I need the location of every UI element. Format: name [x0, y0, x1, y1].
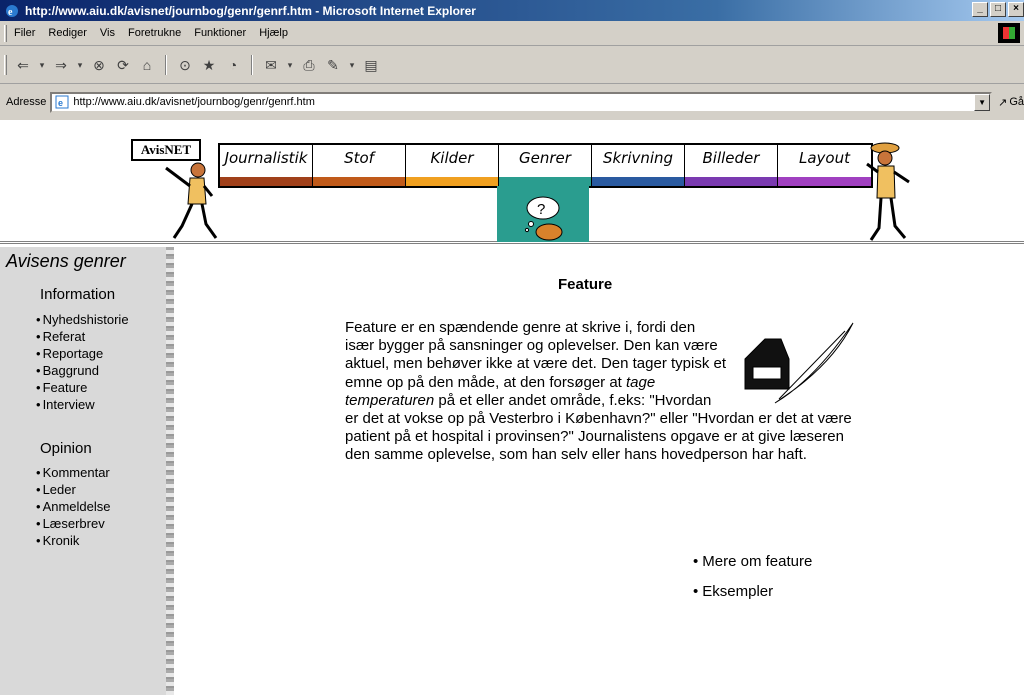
avisnet-sign[interactable]: AvisNET — [131, 139, 201, 161]
minimize-button[interactable]: _ — [972, 2, 988, 17]
link-eksempler[interactable]: Eksempler — [693, 583, 812, 613]
edit-icon[interactable]: ✎ — [324, 56, 342, 74]
nav-label: Journalistik — [224, 149, 308, 167]
sidebar-information-list: Nyhedshistorie Referat Reportage Baggrun… — [36, 311, 129, 413]
nav-bar — [592, 177, 684, 186]
nav-journalistik[interactable]: Journalistik — [220, 145, 313, 186]
menu-vis[interactable]: Vis — [100, 27, 115, 39]
nav-billeder[interactable]: Billeder — [685, 145, 778, 186]
print-icon[interactable]: ⎙ — [300, 56, 318, 74]
page-title: Feature — [558, 276, 613, 293]
sidebar-item-interview[interactable]: Interview — [36, 396, 129, 413]
sidebar-item-referat[interactable]: Referat — [36, 328, 129, 345]
sidebar: Avisens genrer Information Nyhedshistori… — [0, 247, 174, 695]
nav-kilder[interactable]: Kilder — [406, 145, 499, 186]
nav-bar — [778, 177, 871, 186]
go-arrow-icon: ↗ — [998, 96, 1008, 109]
nav-bar — [406, 177, 498, 186]
search-icon[interactable]: ⊙ — [176, 56, 194, 74]
nav-label: Kilder — [430, 149, 474, 167]
favorites-icon[interactable]: ★ — [200, 56, 218, 74]
sidebar-heading-information: Information — [40, 286, 116, 303]
nav-bar — [499, 177, 591, 186]
forward-icon[interactable]: ⇒ — [52, 56, 70, 74]
page-icon: e — [55, 95, 69, 109]
go-label: Gå — [1009, 96, 1024, 108]
close-button[interactable]: × — [1008, 2, 1024, 17]
menu-hjaelp[interactable]: Hjælp — [259, 27, 288, 39]
menu-filer[interactable]: Filer — [14, 27, 35, 39]
nav-label: Billeder — [702, 149, 760, 167]
nav-label: Genrer — [519, 149, 571, 167]
banner: AvisNET Journalistik Stof Kilder Genrer … — [0, 120, 1024, 244]
address-dropdown-icon[interactable]: ▼ — [974, 93, 991, 111]
edit-dropdown-icon[interactable]: ▾ — [348, 56, 356, 74]
stop-icon[interactable]: ⊗ — [90, 56, 108, 74]
sidebar-item-nyhedshistorie[interactable]: Nyhedshistorie — [36, 311, 129, 328]
nav-stof[interactable]: Stof — [313, 145, 406, 186]
menu-funktioner[interactable]: Funktioner — [194, 27, 246, 39]
page-content: AvisNET Journalistik Stof Kilder Genrer … — [0, 120, 1024, 695]
nav-genrer[interactable]: Genrer — [499, 145, 592, 186]
toolbar: ⇐ ▾ ⇒ ▾ ⊗ ⟳ ⌂ ⊙ ★ ◔ ✉ ▾ ⎙ ✎ ▾ ▤ — [0, 47, 1024, 84]
window-title: http://www.aiu.dk/avisnet/journbog/genr/… — [25, 3, 476, 18]
forward-dropdown-icon[interactable]: ▾ — [76, 56, 84, 74]
address-input[interactable]: e http://www.aiu.dk/avisnet/journbog/gen… — [50, 91, 993, 113]
sidebar-item-kommentar[interactable]: Kommentar — [36, 464, 111, 481]
nav-layout[interactable]: Layout — [778, 145, 871, 186]
menu-rediger[interactable]: Rediger — [48, 27, 87, 39]
nav-bar — [313, 177, 405, 186]
sidebar-opinion-list: Kommentar Leder Anmeldelse Læserbrev Kro… — [36, 464, 111, 549]
nav-bar — [220, 177, 312, 186]
svg-text:e: e — [58, 98, 63, 108]
nav-label: Layout — [799, 149, 850, 167]
ink-and-quill-icon — [744, 322, 854, 404]
back-dropdown-icon[interactable]: ▾ — [38, 56, 46, 74]
feature-description: Feature er en spændende genre at skrive … — [345, 319, 855, 465]
genre-question-icon: ? — [497, 186, 589, 242]
nav-label: Skrivning — [602, 149, 674, 167]
svg-text:e: e — [8, 7, 13, 18]
link-mere-om-feature[interactable]: Mere om feature — [693, 553, 812, 583]
sidebar-item-kronik[interactable]: Kronik — [36, 532, 111, 549]
refresh-icon[interactable]: ⟳ — [114, 56, 132, 74]
window-titlebar: e http://www.aiu.dk/avisnet/journbog/gen… — [0, 0, 1024, 21]
nav-label: Stof — [344, 149, 374, 167]
back-icon[interactable]: ⇐ — [14, 56, 32, 74]
address-url: http://www.aiu.dk/avisnet/journbog/genr/… — [73, 96, 315, 108]
nav-bar — [685, 177, 777, 186]
main-nav: Journalistik Stof Kilder Genrer Skrivnin… — [218, 143, 873, 188]
history-icon[interactable]: ◔ — [224, 56, 242, 74]
sidebar-title: Avisens genrer — [6, 251, 126, 271]
sidebar-item-feature[interactable]: Feature — [36, 379, 129, 396]
cartoon-figure-right-icon — [866, 142, 910, 241]
browser-chrome: Filer Rediger Vis Foretrukne Funktioner … — [0, 21, 1024, 120]
nav-skrivning[interactable]: Skrivning — [592, 145, 685, 186]
mail-icon[interactable]: ✉ — [262, 56, 280, 74]
sidebar-heading-opinion: Opinion — [40, 440, 92, 457]
related-links: Mere om feature Eksempler — [693, 553, 812, 613]
menubar: Filer Rediger Vis Foretrukne Funktioner … — [0, 21, 1024, 46]
home-icon[interactable]: ⌂ — [138, 56, 156, 74]
sidebar-item-anmeldelse[interactable]: Anmeldelse — [36, 498, 111, 515]
mail-dropdown-icon[interactable]: ▾ — [286, 56, 294, 74]
address-bar: Adresse e http://www.aiu.dk/avisnet/jour… — [0, 85, 1024, 119]
maximize-button[interactable]: □ — [990, 2, 1006, 17]
sidebar-item-reportage[interactable]: Reportage — [36, 345, 129, 362]
sidebar-item-leder[interactable]: Leder — [36, 481, 111, 498]
address-label: Adresse — [6, 96, 47, 108]
svg-text:?: ? — [537, 201, 545, 218]
discuss-icon[interactable]: ▤ — [362, 56, 380, 74]
windows-logo-icon — [998, 23, 1020, 43]
feature-text-part1: Feature er en spændende genre at skrive … — [345, 319, 727, 391]
ie-icon: e — [6, 4, 18, 18]
sidebar-item-baggrund[interactable]: Baggrund — [36, 362, 129, 379]
sidebar-item-laeserbrev[interactable]: Læserbrev — [36, 515, 111, 532]
go-button[interactable]: ↗ Gå — [998, 96, 1024, 109]
menu-foretrukne[interactable]: Foretrukne — [128, 27, 181, 39]
